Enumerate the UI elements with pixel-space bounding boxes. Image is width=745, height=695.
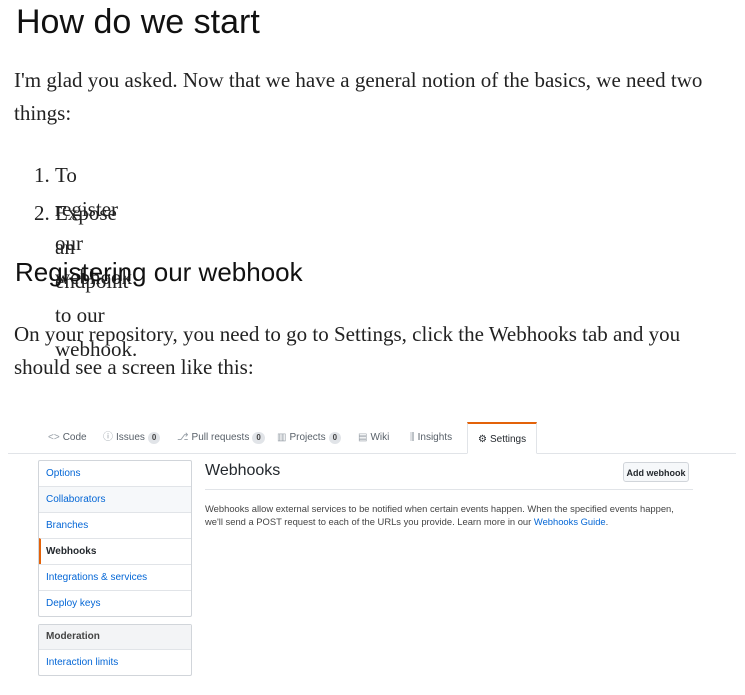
tab-label: Pull requests [191, 432, 250, 443]
list-item: 2. Expose an endpoint to our webhook. [0, 196, 137, 361]
webhooks-title: Webhooks [205, 462, 281, 479]
webhooks-description: Webhooks allow external services to be n… [205, 502, 685, 528]
tab-pull-requests[interactable]: ⎇ Pull requests 0 [177, 426, 265, 450]
menu-item-webhooks[interactable]: Webhooks [39, 538, 191, 564]
tab-insights[interactable]: ⫼ Insights [410, 426, 452, 450]
tab-settings[interactable]: ⚙ Settings [467, 422, 538, 454]
code-icon: <> [48, 432, 60, 443]
repo-tab-bar: <> Code ⓘ Issues 0 ⎇ Pull requests 0 ▥ Project… [8, 420, 736, 454]
tab-label: Issues [116, 432, 145, 443]
pull-request-icon: ⎇ [177, 432, 189, 443]
tab-label: Insights [417, 432, 453, 443]
title-divider [205, 489, 693, 490]
page-heading: How do we start [16, 3, 260, 41]
instructions-paragraph: On your repository, you need to go to Se… [14, 322, 681, 379]
count-badge: 0 [147, 432, 161, 444]
issues-icon: ⓘ [103, 432, 113, 443]
tab-label: Wiki [370, 432, 390, 443]
moderation-header: Moderation [39, 625, 191, 650]
wiki-icon: ▤ [358, 432, 368, 443]
menu-item-integrations[interactable]: Integrations & services [39, 564, 191, 590]
menu-item-options[interactable]: Options [39, 461, 191, 486]
step-number: 1. [34, 163, 50, 187]
add-webhook-button[interactable]: Add webhook [623, 462, 689, 482]
intro-paragraph: I'm glad you asked. Now that we have a g… [14, 68, 703, 125]
tab-code[interactable]: <> Code [48, 426, 87, 450]
webhooks-guide-link[interactable]: Webhooks Guide [534, 516, 606, 527]
steps-list: 1. To register our webhook. 2. Expose an… [0, 158, 137, 361]
settings-menu: Options Collaborators Branches Webhooks … [38, 460, 192, 617]
tab-label: Code [62, 432, 87, 443]
menu-item-deploy-keys[interactable]: Deploy keys [39, 590, 191, 616]
insights-icon: ⫼ [410, 432, 415, 443]
step-number: 2. [34, 201, 50, 225]
tab-projects[interactable]: ▥ Projects 0 [277, 426, 342, 450]
tab-wiki[interactable]: ▤ Wiki [358, 426, 389, 450]
tab-issues[interactable]: ⓘ Issues 0 [103, 426, 161, 450]
description-end: . [605, 516, 609, 527]
menu-item-interaction-limits[interactable]: Interaction limits [39, 650, 191, 675]
list-item: 1. To register our webhook. [0, 158, 137, 289]
projects-icon: ▥ [277, 432, 287, 443]
settings-screenshot: <> Code ⓘ Issues 0 ⎇ Pull requests 0 ▥ Project… [8, 416, 736, 688]
tab-label: Settings [489, 434, 527, 445]
tab-label: Projects [289, 432, 326, 443]
count-badge: 0 [252, 432, 265, 444]
moderation-menu: Moderation Interaction limits [38, 624, 192, 676]
menu-item-collaborators[interactable]: Collaborators [39, 486, 191, 512]
gear-icon: ⚙ [478, 434, 487, 445]
section-heading: Registering our webhook [15, 257, 303, 287]
menu-item-branches[interactable]: Branches [39, 512, 191, 538]
count-badge: 0 [328, 432, 342, 444]
